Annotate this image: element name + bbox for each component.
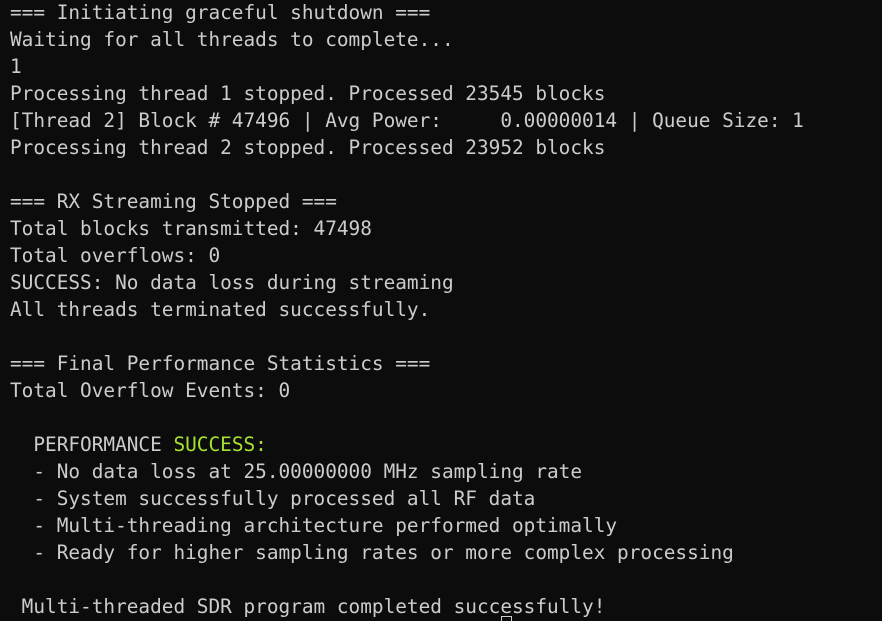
output-line: === RX Streaming Stopped === — [10, 190, 337, 213]
output-line: Waiting for all threads to complete... — [10, 28, 454, 51]
final-output-line: Multi-threaded SDR program completed suc… — [10, 595, 606, 618]
output-line: Total overflows: 0 — [10, 244, 221, 267]
text-cursor — [501, 616, 512, 621]
output-line: [Thread 2] Block # 47496 | Avg Power: 0.… — [10, 109, 804, 132]
output-line: === Initiating graceful shutdown === — [10, 1, 431, 24]
output-line: Processing thread 2 stopped. Processed 2… — [10, 136, 606, 159]
output-line: - Multi-threading architecture performed… — [10, 514, 618, 537]
output-line: Total blocks transmitted: 47498 — [10, 217, 372, 240]
output-line: - No data loss at 25.00000000 MHz sampli… — [10, 460, 583, 483]
performance-success-line: PERFORMANCE SUCCESS: — [10, 431, 804, 458]
output-line: Processing thread 1 stopped. Processed 2… — [10, 82, 606, 105]
performance-label: PERFORMANCE — [10, 433, 174, 456]
output-line: Total Overflow Events: 0 — [10, 379, 291, 402]
terminal-output: === Initiating graceful shutdown === Wai… — [10, 0, 804, 620]
output-line: All threads terminated successfully. — [10, 298, 431, 321]
output-line: - Ready for higher sampling rates or mor… — [10, 541, 734, 564]
terminal-window[interactable]: === Initiating graceful shutdown === Wai… — [0, 0, 882, 621]
output-line: - System successfully processed all RF d… — [10, 487, 536, 510]
output-line: === Final Performance Statistics === — [10, 352, 431, 375]
success-label: SUCCESS: — [173, 433, 267, 456]
output-line: SUCCESS: No data loss during streaming — [10, 271, 454, 294]
output-line: 1 — [10, 55, 22, 78]
